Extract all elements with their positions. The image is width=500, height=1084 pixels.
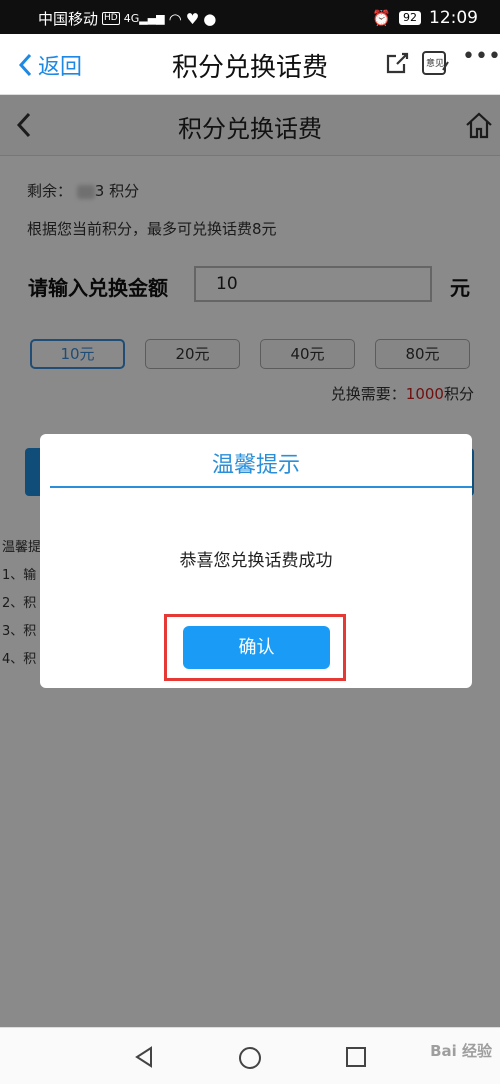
- share-icon[interactable]: [384, 50, 410, 76]
- feedback-button[interactable]: 意见: [422, 50, 450, 76]
- alarm-icon: ⏰: [372, 9, 391, 27]
- health-icon: ♥: [185, 9, 200, 28]
- watermark: Bai 经验: [430, 1042, 492, 1060]
- battery-icon: 92: [399, 11, 421, 25]
- clock: 12:09: [429, 8, 478, 28]
- hd-icon: HD: [102, 12, 120, 25]
- message-icon: ●: [203, 9, 217, 28]
- back-triangle-icon[interactable]: [133, 1046, 155, 1068]
- system-nav-bar: [0, 1027, 500, 1084]
- recents-square-icon[interactable]: [345, 1046, 367, 1068]
- signal-icon: 4G▂▄▆: [123, 12, 165, 25]
- success-dialog: 温馨提示 恭喜您兑换话费成功 确认: [40, 434, 472, 688]
- dialog-message: 恭喜您兑换话费成功: [179, 551, 333, 571]
- wifi-icon: ◠: [168, 9, 182, 28]
- confirm-button[interactable]: 确认: [183, 626, 330, 669]
- carrier-name: 中国移动: [38, 10, 99, 28]
- feedback-label: 意见: [426, 59, 445, 69]
- more-icon[interactable]: •••: [462, 44, 500, 70]
- app-bar: 返回 积分兑换话费 意见 •••: [0, 34, 500, 95]
- status-bar: 中国移动 HD 4G▂▄▆ ◠ ♥ ● ⏰ 92 12:09: [0, 0, 500, 34]
- dialog-divider: [50, 486, 472, 488]
- home-circle-icon[interactable]: [238, 1046, 262, 1070]
- dialog-title: 温馨提示: [211, 453, 300, 478]
